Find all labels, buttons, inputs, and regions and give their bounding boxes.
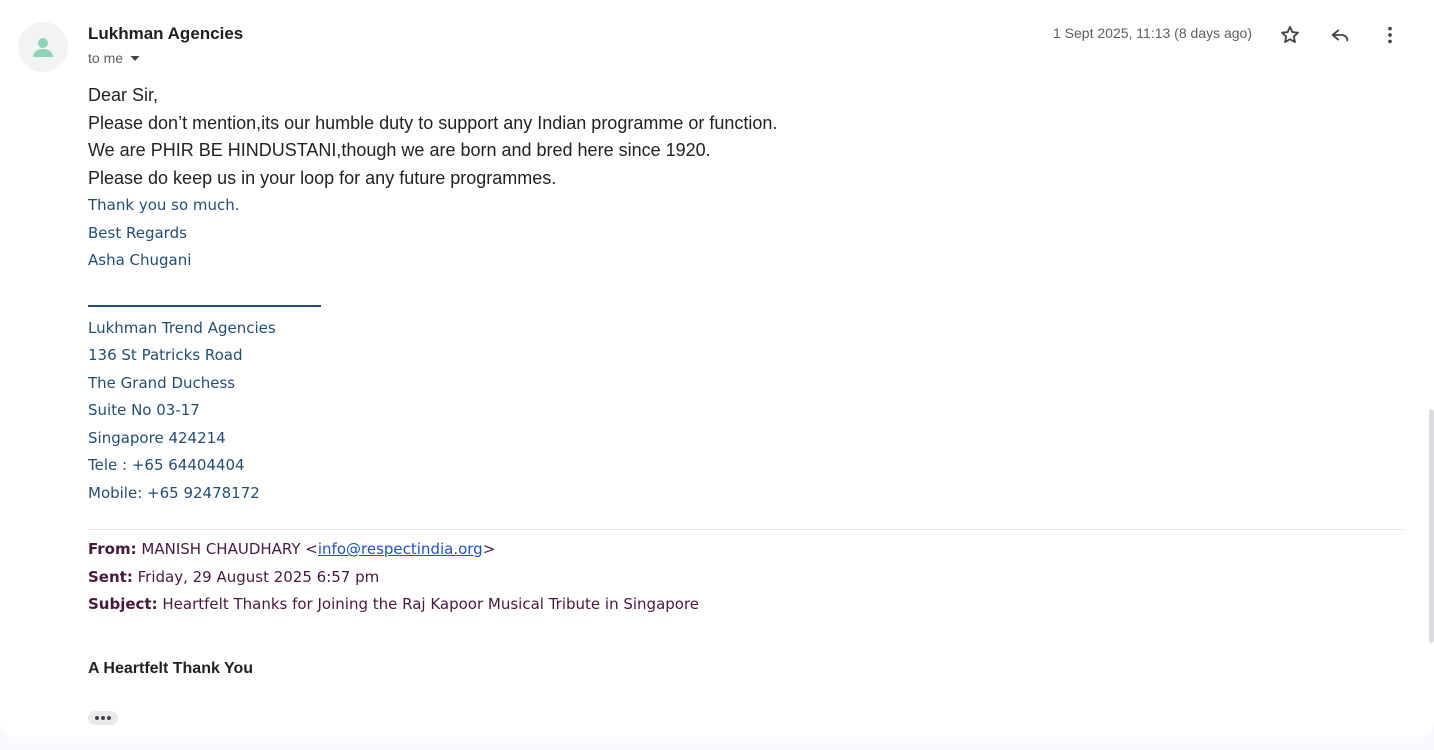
signature-rule [88, 287, 1408, 315]
subject-label: Subject: [88, 595, 158, 613]
dot [107, 716, 111, 720]
quoted-heading: A Heartfelt Thank You [88, 660, 254, 677]
more-vert-icon [1388, 26, 1392, 44]
quoted-from: From: MANISH CHAUDHARY <info@respectindi… [88, 536, 699, 564]
quoted-sent: Sent: Friday, 29 August 2025 6:57 pm [88, 564, 699, 592]
signature-line: 136 St Patricks Road [88, 346, 243, 364]
email-message-card: Lukhman Agencies to me 1 Sept 2025, 11:1… [0, 0, 1434, 737]
signature-block: Lukhman Trend Agencies 136 St Patricks R… [88, 315, 1408, 508]
subject-value: Heartfelt Thanks for Joining the Raj Kap… [162, 595, 700, 613]
signature-line: Lukhman Trend Agencies [88, 318, 276, 337]
message-date: 1 Sept 2025, 11:13 (8 days ago) [1053, 25, 1252, 41]
sender-avatar[interactable] [18, 22, 68, 72]
signature-line: Tele : +65 64404404 [88, 456, 245, 474]
dot [95, 716, 99, 720]
reply-icon [1331, 29, 1349, 42]
from-email-link[interactable]: info@respectindia.org [318, 540, 483, 558]
recipient-label: to me [88, 50, 124, 66]
signature-line: Mobile: +65 92478172 [88, 483, 260, 502]
reply-button[interactable] [1323, 18, 1357, 52]
body-line: Please don’t mention,its our humble duty… [88, 112, 778, 133]
signature-rule-bar [88, 304, 321, 307]
scrollbar-thumb[interactable] [1429, 409, 1434, 643]
closing-line: Best Regards [88, 223, 187, 242]
more-options-button[interactable] [1373, 18, 1407, 52]
from-close: > [482, 540, 496, 558]
sent-value: Friday, 29 August 2025 6:57 pm [137, 567, 380, 586]
closing-line: Asha Chugani [88, 251, 192, 269]
signature-line: Singapore 424214 [88, 428, 226, 447]
signature-line: Suite No 03-17 [88, 401, 200, 419]
from-label: From: [88, 540, 137, 558]
quoted-header: From: MANISH CHAUDHARY <info@respectindi… [88, 536, 699, 619]
signature-line: The Grand Duchess [88, 373, 236, 392]
dot [101, 716, 105, 720]
recipient-summary[interactable]: to me [88, 50, 141, 66]
body-line: We are PHIR BE HINDUSTANI,though we are … [88, 140, 711, 160]
show-trimmed-content-button[interactable] [88, 711, 118, 725]
quoted-separator [88, 529, 1403, 530]
from-name: MANISH CHAUDHARY < [141, 540, 318, 558]
body-line: Please do keep us in your loop for any f… [88, 167, 557, 188]
caret-down-icon[interactable] [129, 52, 141, 64]
star-button[interactable] [1273, 18, 1307, 52]
star-icon [1281, 26, 1299, 43]
quoted-subject: Subject: Heartfelt Thanks for Joining th… [88, 591, 699, 619]
sent-label: Sent: [88, 567, 133, 586]
message-body: Dear Sir, Please don’t mention,its our h… [88, 82, 1408, 507]
body-line: Dear Sir, [88, 85, 159, 105]
sender-name[interactable]: Lukhman Agencies [88, 24, 243, 44]
closing-line: Thank you so much. [88, 196, 240, 214]
person-icon [33, 38, 53, 57]
